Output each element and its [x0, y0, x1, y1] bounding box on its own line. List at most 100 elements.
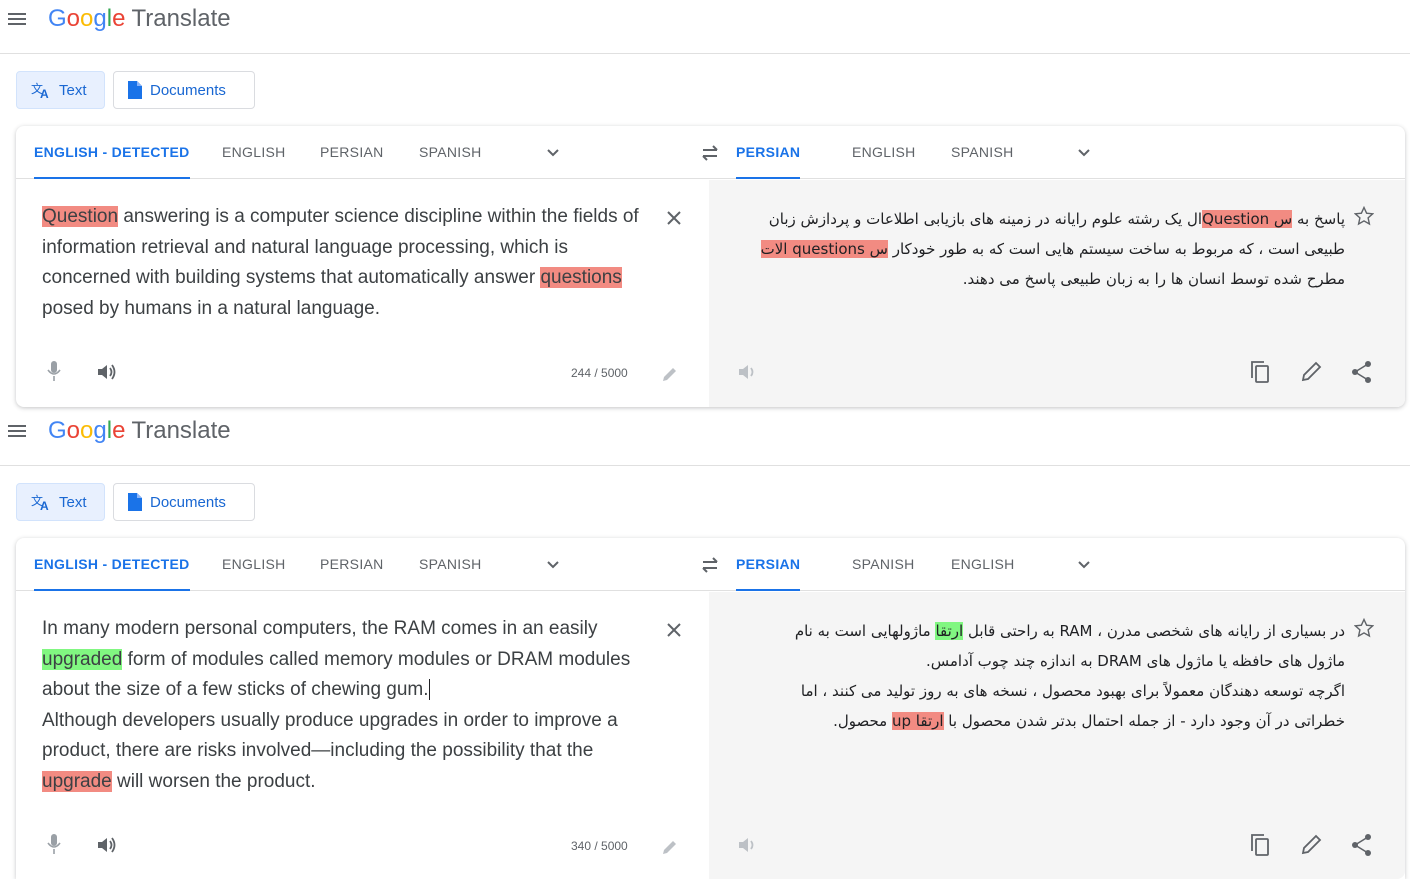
documents-mode-label: Documents — [150, 81, 226, 99]
swap-languages-icon[interactable] — [699, 144, 721, 162]
language-bar: ENGLISH - DETECTED ENGLISH PERSIAN SPANI… — [16, 126, 1405, 179]
source-tab-spanish[interactable]: SPANISH — [419, 538, 482, 591]
highlighted-word: questions — [540, 267, 622, 288]
translation-line: اگرچه توسعه دهندگان معمولاً برای بهبود م… — [737, 676, 1345, 706]
target-languages-chevron-down-icon[interactable] — [1077, 146, 1091, 160]
translation-line: طبیعی است ، که مربوط به ساخت سیستم هایی … — [737, 234, 1345, 264]
source-pane: In many modern personal computers, the R… — [16, 592, 709, 879]
target-tab-1[interactable]: PERSIAN — [736, 126, 801, 179]
character-count: 340 / 5000 — [571, 839, 628, 853]
source-tab-detected[interactable]: ENGLISH - DETECTED — [34, 538, 190, 591]
microphone-icon[interactable] — [46, 360, 62, 382]
translation-output: پاسخ به س Questionال یک رشته علوم رایانه… — [737, 204, 1345, 294]
source-text-segment: In many modern personal computers, the R… — [42, 618, 598, 639]
translation-segment: محصول. — [833, 712, 892, 730]
text-mode-button[interactable]: 文A Text — [16, 483, 105, 521]
handwriting-pencil-icon[interactable] — [661, 365, 679, 383]
translation-segment: پاسخ به — [1292, 210, 1345, 228]
highlighted-word: Question — [42, 206, 119, 227]
swap-languages-icon[interactable] — [699, 556, 721, 574]
hamburger-menu-icon[interactable] — [8, 10, 28, 28]
highlighted-word: ارتقا up — [891, 712, 944, 730]
translate-icon: 文A — [31, 493, 51, 511]
highlighted-word: س questions الات — [760, 240, 888, 258]
documents-mode-label: Documents — [150, 493, 226, 511]
edit-translation-pencil-icon[interactable] — [1301, 360, 1323, 382]
listen-translation-speaker-icon[interactable] — [737, 835, 759, 855]
translation-segment: طبیعی است ، که مربوط به ساخت سیستم هایی … — [887, 240, 1345, 258]
target-pane: در بسیاری از رایانه های شخصی مدرن ، RAM … — [709, 592, 1405, 879]
listen-translation-speaker-icon[interactable] — [737, 362, 759, 382]
source-text-input[interactable]: In many modern personal computers, the R… — [42, 614, 657, 797]
source-tab-persian[interactable]: PERSIAN — [320, 538, 384, 591]
highlighted-word: ارتقا — [935, 622, 964, 640]
documents-mode-button[interactable]: Documents — [113, 483, 255, 521]
handwriting-pencil-icon[interactable] — [661, 838, 679, 856]
target-pane: پاسخ به س Questionال یک رشته علوم رایانه… — [709, 180, 1405, 407]
save-translation-star-icon[interactable] — [1353, 205, 1375, 226]
source-languages-chevron-down-icon[interactable] — [546, 558, 560, 572]
clear-source-close-icon[interactable] — [664, 208, 684, 228]
translate-screenshot-2: Google Translate 文A Text Documents ENGLIS… — [0, 412, 1410, 879]
source-text-segment: Although developers usually produce upgr… — [42, 709, 618, 762]
share-translation-icon[interactable] — [1351, 833, 1373, 857]
listen-source-speaker-icon[interactable] — [96, 362, 118, 382]
source-tab-english[interactable]: ENGLISH — [222, 126, 286, 179]
svg-text:A: A — [40, 87, 49, 99]
source-text-segment: posed by humans in a natural language. — [42, 297, 381, 319]
svg-text:A: A — [40, 499, 49, 511]
highlighted-word: upgraded — [42, 648, 123, 670]
translation-segment: خطراتی در آن وجود دارد - از جمله احتمال … — [943, 712, 1345, 730]
target-tab-2[interactable]: ENGLISH — [852, 126, 916, 179]
translation-segment: ال یک رشته علوم رایانه در زمینه های بازی… — [768, 210, 1203, 228]
save-translation-star-icon[interactable] — [1353, 617, 1375, 638]
google-translate-logo[interactable]: Google Translate — [48, 5, 231, 33]
translation-segment: ماژول های حافظه یا ماژول های DRAM به اند… — [925, 652, 1345, 670]
edit-translation-pencil-icon[interactable] — [1301, 833, 1323, 855]
copy-translation-icon[interactable] — [1249, 360, 1271, 384]
microphone-icon[interactable] — [46, 833, 62, 855]
clear-source-close-icon[interactable] — [664, 620, 684, 640]
translation-line: خطراتی در آن وجود دارد - از جمله احتمال … — [737, 706, 1345, 736]
translation-line: پاسخ به س Questionال یک رشته علوم رایانه… — [737, 204, 1345, 234]
target-tab-3[interactable]: ENGLISH — [951, 538, 1015, 591]
source-tab-persian[interactable]: PERSIAN — [320, 126, 384, 179]
document-icon — [128, 81, 142, 99]
translation-segment: در بسیاری از رایانه های شخصی مدرن ، RAM … — [963, 622, 1345, 640]
target-tab-3[interactable]: SPANISH — [951, 126, 1014, 179]
product-name: Translate — [131, 417, 231, 444]
target-tab-2[interactable]: SPANISH — [852, 538, 915, 591]
translation-segment: ماژولهایی است به نام — [794, 622, 936, 640]
source-languages-chevron-down-icon[interactable] — [546, 146, 560, 160]
listen-source-speaker-icon[interactable] — [96, 835, 118, 855]
translation-output: در بسیاری از رایانه های شخصی مدرن ، RAM … — [737, 616, 1345, 736]
source-text-segment: form of modules called memory modules or… — [42, 648, 631, 700]
source-tab-spanish[interactable]: SPANISH — [419, 126, 482, 179]
translate-icon: 文A — [31, 81, 51, 99]
app-header: Google Translate — [0, 0, 1410, 54]
translator-card: ENGLISH - DETECTED ENGLISH PERSIAN SPANI… — [16, 126, 1405, 407]
share-translation-icon[interactable] — [1351, 360, 1373, 384]
source-text-input[interactable]: Question answering is a computer science… — [42, 202, 657, 324]
target-tab-1[interactable]: PERSIAN — [736, 538, 801, 591]
translation-segment: مطرح شده توسط انسان ها را به زبان طبیعی … — [962, 270, 1345, 288]
source-tab-english[interactable]: ENGLISH — [222, 538, 286, 591]
source-text-segment: will worsen the product. — [111, 770, 316, 792]
copy-translation-icon[interactable] — [1249, 833, 1271, 857]
text-mode-label: Text — [59, 493, 87, 511]
hamburger-menu-icon[interactable] — [8, 422, 28, 440]
translation-line: در بسیاری از رایانه های شخصی مدرن ، RAM … — [737, 616, 1345, 646]
text-mode-label: Text — [59, 81, 87, 99]
app-header: Google Translate — [0, 412, 1410, 466]
document-icon — [128, 493, 142, 511]
highlighted-word: س Question — [1202, 210, 1293, 228]
text-mode-button[interactable]: 文A Text — [16, 71, 105, 109]
translator-card: ENGLISH - DETECTED ENGLISH PERSIAN SPANI… — [16, 538, 1405, 879]
translation-line: ماژول های حافظه یا ماژول های DRAM به اند… — [737, 646, 1345, 676]
source-tab-detected[interactable]: ENGLISH - DETECTED — [34, 126, 190, 179]
google-translate-logo[interactable]: Google Translate — [48, 417, 231, 445]
documents-mode-button[interactable]: Documents — [113, 71, 255, 109]
target-languages-chevron-down-icon[interactable] — [1077, 558, 1091, 572]
translate-screenshot-1: Google Translate 文A Text Documents ENGLIS… — [0, 0, 1410, 412]
translation-segment: اگرچه توسعه دهندگان معمولاً برای بهبود م… — [800, 682, 1345, 700]
